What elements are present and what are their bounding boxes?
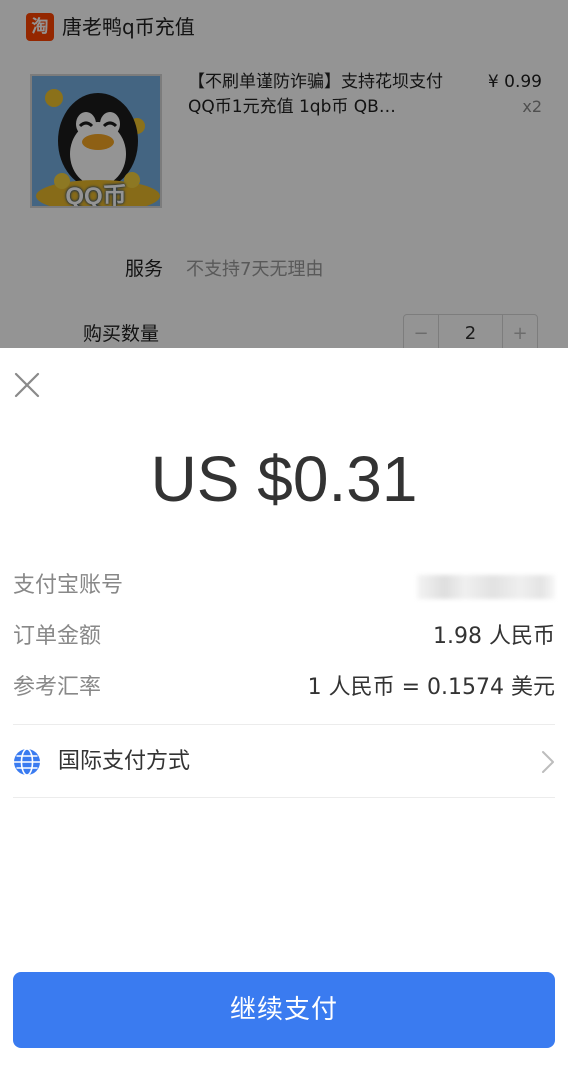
exchange-rate-row: 参考汇率 1 人民币 = 0.1574 美元 <box>13 672 555 704</box>
divider <box>13 797 555 798</box>
exchange-rate-label: 参考汇率 <box>13 675 102 700</box>
order-amount-label: 订单金额 <box>13 624 102 649</box>
close-icon[interactable] <box>12 370 42 400</box>
continue-payment-button[interactable]: 继续支付 <box>13 972 555 1048</box>
payment-method-label: 国际支付方式 <box>58 749 191 774</box>
payment-page: 淘 唐老鸭q币充值 QQ币 【不刷单谨防诈骗】支持花坝支付 QQ币1元充值 1q… <box>0 0 568 1071</box>
order-amount-value: 1.98 人民币 <box>433 624 555 649</box>
alipay-account-row: 支付宝账号 <box>13 570 555 602</box>
alipay-account-masked-value <box>417 575 555 599</box>
chevron-right-icon <box>541 750 555 774</box>
order-amount-row: 订单金额 1.98 人民币 <box>13 621 555 653</box>
globe-icon <box>13 748 41 776</box>
international-payment-method[interactable]: 国际支付方式 <box>13 740 555 784</box>
alipay-account-label: 支付宝账号 <box>13 573 124 598</box>
payment-sheet: US $0.31 支付宝账号 订单金额 1.98 人民币 参考汇率 1 人民币 … <box>0 348 568 1071</box>
exchange-rate-value: 1 人民币 = 0.1574 美元 <box>307 675 555 700</box>
dim-overlay[interactable] <box>0 0 568 348</box>
divider <box>13 724 555 725</box>
payment-amount: US $0.31 <box>150 443 418 515</box>
